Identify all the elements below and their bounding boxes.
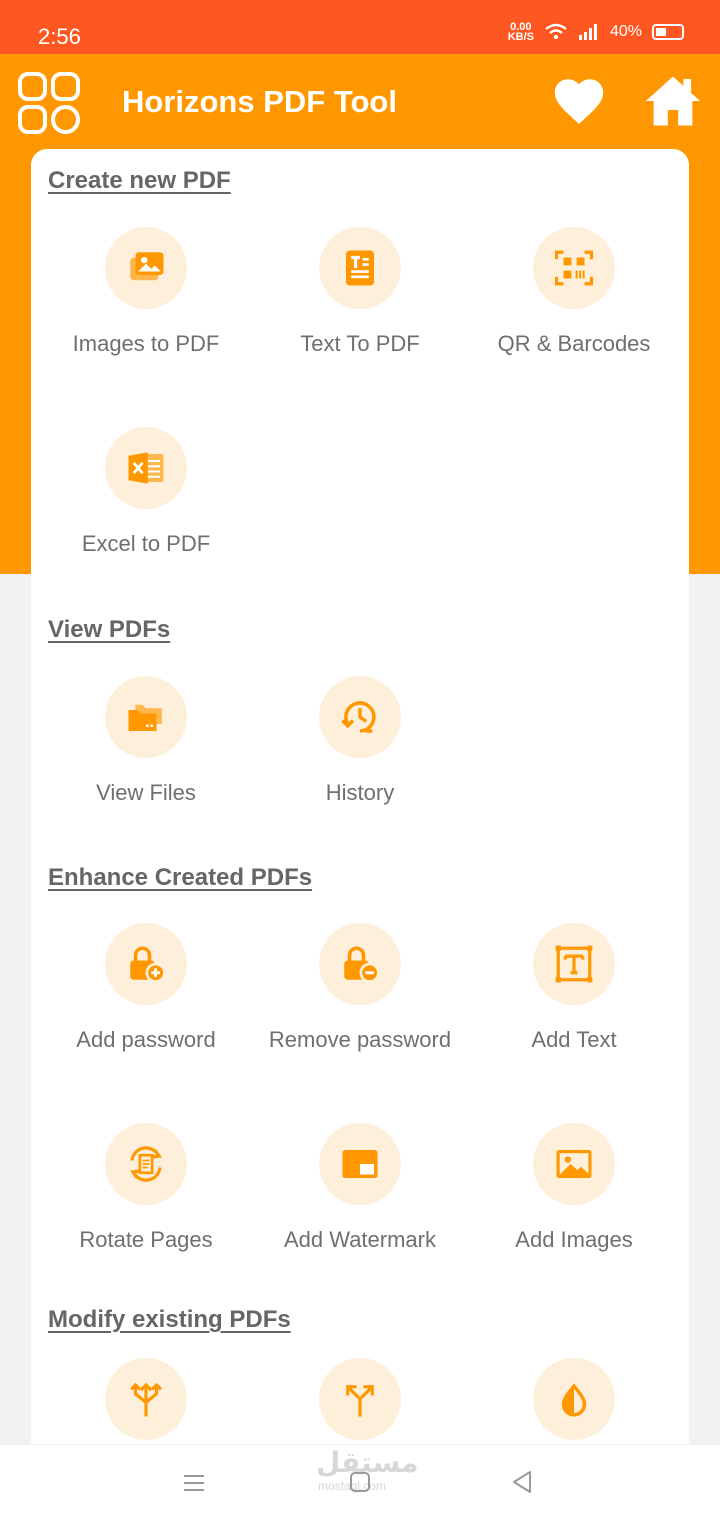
rotate-page-icon	[130, 1146, 162, 1182]
system-nav-bar: مستقل mostaql.com	[0, 1444, 720, 1520]
status-indicators: 0.00 KB/S 40%	[507, 22, 684, 43]
tool-icon-circle	[105, 227, 187, 309]
tool-label: Text To PDF	[300, 331, 420, 356]
signal-icon	[578, 24, 597, 40]
watermark-icon	[342, 1150, 378, 1178]
tool-icon-circle	[533, 1123, 615, 1205]
tool-rotate-pages[interactable]: Rotate Pages	[39, 1123, 253, 1273]
tool-excel-to-pdf[interactable]: Excel to PDF	[39, 427, 253, 577]
tool-icon-circle	[105, 676, 187, 758]
battery-percent: 40%	[609, 23, 642, 40]
section-title-modify[interactable]: Modify existing PDFs	[48, 1306, 291, 1334]
tool-add-images[interactable]: Add Images	[467, 1123, 681, 1273]
lock-remove-icon	[344, 946, 380, 983]
tool-icon-circle	[319, 1123, 401, 1205]
tool-icon-circle	[105, 1123, 187, 1205]
home-button-icon[interactable]	[349, 1471, 371, 1493]
tool-add-text[interactable]: Add Text	[467, 923, 681, 1073]
tool-add-password[interactable]: Add password	[39, 923, 253, 1073]
tool-label: Rotate Pages	[79, 1227, 213, 1252]
tool-icon-circle	[533, 923, 615, 1005]
tool-label: History	[325, 780, 395, 805]
tool-icon-circle	[105, 427, 187, 509]
section-title-enhance[interactable]: Enhance Created PDFs	[48, 864, 312, 892]
tool-qr-barcodes[interactable]: QR & Barcodes	[467, 227, 681, 377]
text-box-icon	[555, 945, 593, 983]
heart-icon[interactable]	[550, 72, 608, 130]
image-icon	[556, 1150, 592, 1178]
battery-icon	[652, 24, 684, 40]
tool-label: Excel to PDF	[81, 531, 211, 556]
text-document-icon	[346, 250, 374, 286]
split-arrows-icon	[346, 1385, 374, 1417]
wifi-icon	[545, 23, 567, 40]
net-speed: 0.00 KB/S	[507, 22, 534, 43]
grid-menu-icon[interactable]	[18, 72, 80, 134]
tool-icon-circle	[319, 227, 401, 309]
tool-images-to-pdf[interactable]: Images to PDF	[39, 227, 253, 377]
tool-view-files[interactable]: View Files	[39, 676, 253, 826]
tool-icon-circle	[533, 227, 615, 309]
tool-label: Images to PDF	[72, 331, 220, 356]
merge-arrows-icon	[130, 1382, 162, 1417]
tool-icon-circle	[105, 1358, 187, 1440]
tool-icon-circle	[533, 1358, 615, 1440]
qr-code-icon	[554, 250, 594, 286]
tool-label: QR & Barcodes	[497, 331, 651, 356]
images-icon	[130, 252, 164, 281]
tool-label: Add password	[76, 1027, 216, 1052]
folders-icon	[128, 704, 162, 731]
tool-icon-circle	[105, 923, 187, 1005]
tools-card: Create new PDF Images to PDF Text To PDF	[31, 149, 689, 1449]
tool-icon-circle	[319, 923, 401, 1005]
excel-icon	[128, 452, 164, 484]
recent-apps-icon[interactable]	[182, 1473, 206, 1493]
status-time: 2:56	[38, 24, 81, 49]
status-bar: 2:56 0.00 KB/S 40%	[0, 0, 720, 54]
section-title-create[interactable]: Create new PDF	[48, 167, 231, 195]
tool-remove-password[interactable]: Remove password	[253, 923, 467, 1073]
drop-icon	[561, 1383, 587, 1417]
tool-history[interactable]: History	[253, 676, 467, 826]
home-icon[interactable]	[642, 70, 704, 132]
app-title: Horizons PDF Tool	[122, 84, 397, 119]
tool-label: Remove password	[268, 1027, 452, 1052]
tool-label: Add Text	[531, 1027, 617, 1052]
tool-label: Add Watermark	[283, 1227, 436, 1252]
back-icon[interactable]	[510, 1469, 534, 1495]
history-icon	[341, 701, 376, 733]
tool-text-to-pdf[interactable]: Text To PDF	[253, 227, 467, 377]
tool-label: Add Images	[515, 1227, 633, 1252]
tool-icon-circle	[319, 1358, 401, 1440]
net-speed-unit: KB/S	[507, 31, 534, 43]
section-title-view[interactable]: View PDFs	[48, 616, 170, 644]
lock-add-icon	[130, 946, 166, 983]
tool-icon-circle	[319, 676, 401, 758]
tool-label: View Files	[96, 780, 196, 805]
tool-add-watermark[interactable]: Add Watermark	[253, 1123, 467, 1273]
